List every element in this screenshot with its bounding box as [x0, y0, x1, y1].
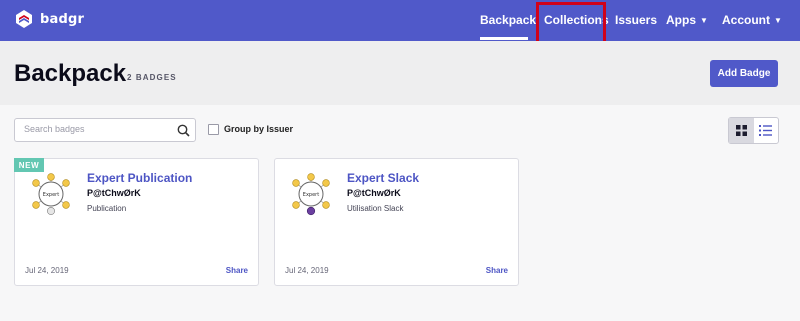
- new-tag: NEW: [14, 158, 44, 172]
- search-input[interactable]: [24, 124, 174, 134]
- group-by-issuer-label: Group by Issuer: [224, 124, 294, 134]
- badge-description: Publication: [87, 204, 127, 213]
- grid-view-icon: [735, 125, 747, 136]
- badge-count: 2 BADGES: [127, 73, 177, 82]
- group-by-issuer-checkbox[interactable]: [208, 124, 219, 135]
- nav-apps[interactable]: Apps ▼: [666, 13, 708, 27]
- search-box: [14, 118, 196, 142]
- share-button[interactable]: Share: [486, 266, 508, 275]
- badgr-logo[interactable]: badgr: [14, 9, 84, 29]
- nav-apps-label: Apps: [666, 13, 696, 27]
- caret-down-icon: ▼: [774, 16, 782, 25]
- badge-description: Utilisation Slack: [347, 204, 404, 213]
- list-view-icon: [759, 125, 773, 136]
- grid-view-button[interactable]: [729, 118, 754, 143]
- badge-card[interactable]: Expert Expert Slack P@tChwØrK Utilisatio…: [274, 158, 519, 286]
- badgr-logo-icon: [16, 10, 32, 28]
- svg-text:Expert: Expert: [43, 192, 59, 198]
- active-tab-indicator: [480, 37, 528, 40]
- view-toggle: [728, 117, 779, 144]
- badge-title[interactable]: Expert Slack: [347, 171, 419, 185]
- caret-down-icon: ▼: [700, 16, 708, 25]
- search-icon[interactable]: [177, 124, 190, 137]
- badge-card[interactable]: NEW Expert Expert Publication P@tChwØrK …: [14, 158, 259, 286]
- badge-title[interactable]: Expert Publication: [87, 171, 192, 185]
- top-navbar: badgr Backpack Collections Issuers Apps ▼…: [0, 0, 800, 41]
- nav-collections[interactable]: Collections: [544, 13, 609, 27]
- badge-issuer: P@tChwØrK: [87, 188, 141, 198]
- nav-account[interactable]: Account ▼: [722, 13, 782, 27]
- nav-issuers[interactable]: Issuers: [615, 13, 657, 27]
- add-badge-button[interactable]: Add Badge: [710, 60, 778, 87]
- svg-text:Expert: Expert: [303, 192, 319, 198]
- badge-issuer: P@tChwØrK: [347, 188, 401, 198]
- app-name: badgr: [40, 11, 85, 27]
- share-button[interactable]: Share: [226, 266, 248, 275]
- badge-image-icon[interactable]: Expert: [29, 172, 73, 216]
- nav-account-label: Account: [722, 13, 770, 27]
- page-title: Backpack: [14, 60, 127, 87]
- list-view-button[interactable]: [754, 118, 779, 143]
- badge-image-icon[interactable]: Expert: [289, 172, 333, 216]
- badge-date: Jul 24, 2019: [25, 266, 69, 275]
- badge-date: Jul 24, 2019: [285, 266, 329, 275]
- nav-backpack[interactable]: Backpack: [480, 13, 536, 27]
